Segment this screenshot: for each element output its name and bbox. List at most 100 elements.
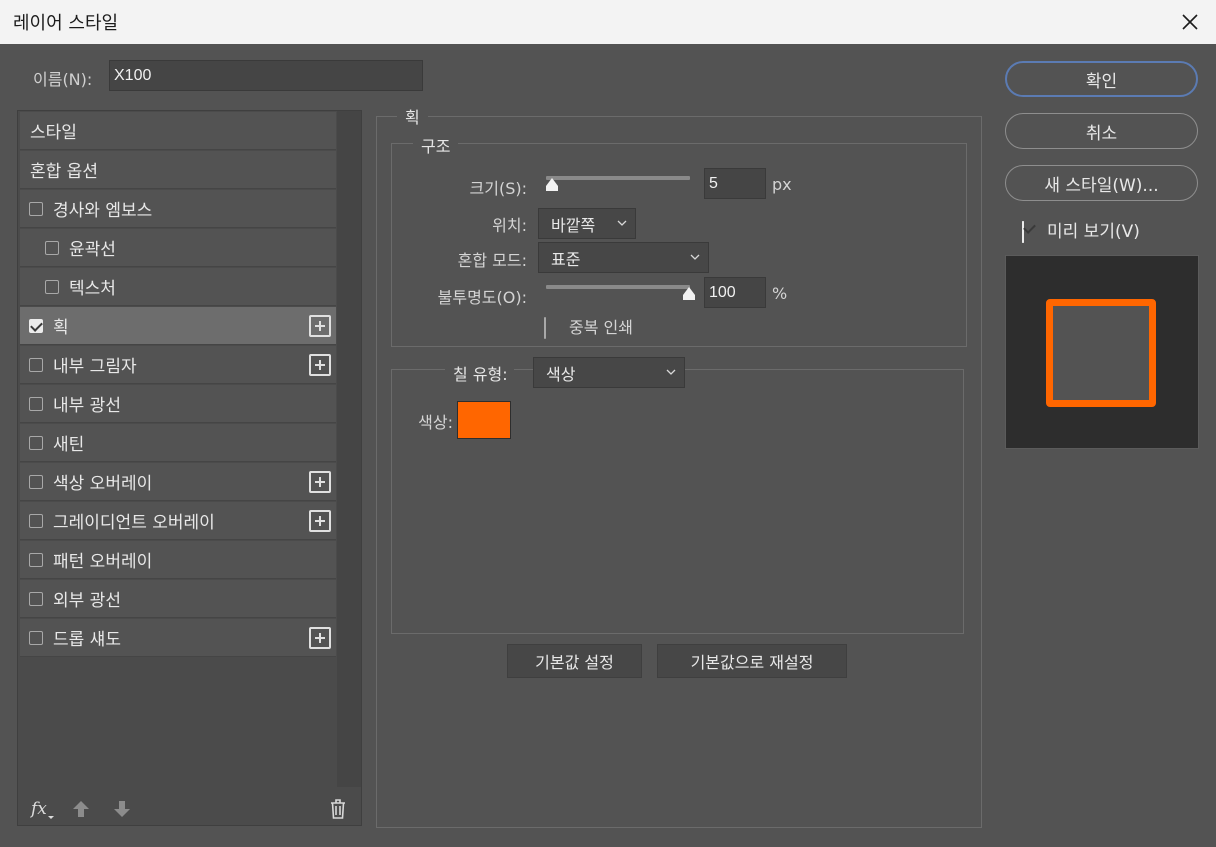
overprint-label: 중복 인쇄 [569,318,633,337]
position-label: 위치: [492,216,527,235]
style-item-label: 드롭 섀도 [53,630,121,650]
style-item-inner-shadow[interactable]: 내부 그림자 [20,346,336,384]
ok-label: 확인 [1085,71,1118,92]
preview-thumbnail [1046,299,1156,407]
name-input[interactable] [109,60,423,91]
satin-checkbox[interactable] [29,435,43,450]
style-preview [1005,255,1199,449]
inner-glow-checkbox[interactable] [29,396,43,411]
dialog-body: 이름(N): 스타일 혼합 옵션 경사와 엠보스 윤곽선 텍스처 획 [0,44,1216,847]
name-label: 이름(N): [33,70,93,89]
opacity-slider[interactable] [546,285,690,289]
opacity-unit: % [772,284,788,303]
fill-type-label: 칠 유형: [445,361,514,385]
style-item-label: 혼합 옵션 [30,162,98,182]
add-drop-shadow-button[interactable] [309,627,331,649]
close-button[interactable] [1164,0,1216,44]
style-item-label: 내부 그림자 [53,357,137,377]
close-icon [1182,14,1198,30]
style-item-label: 윤곽선 [69,240,116,260]
style-item-outer-glow[interactable]: 외부 광선 [20,580,336,618]
color-overlay-checkbox[interactable] [29,474,43,489]
reset-default-label: 기본값으로 재설정 [690,653,814,672]
style-item-texture[interactable]: 텍스처 [20,268,336,306]
new-style-button[interactable]: 새 스타일(W)... [1005,165,1198,201]
style-item-inner-glow[interactable]: 내부 광선 [20,385,336,423]
opacity-input[interactable] [704,277,766,308]
style-item-label: 외부 광선 [53,591,121,611]
texture-checkbox[interactable] [45,279,59,294]
window-title: 레이어 스타일 [13,13,119,34]
arrow-up-icon[interactable] [71,799,91,819]
chevron-down-icon [666,369,676,375]
drop-shadow-checkbox[interactable] [29,630,43,645]
style-item-label: 그레이디언트 오버레이 [53,513,215,533]
inner-shadow-checkbox[interactable] [29,357,43,372]
bevel-emboss-checkbox[interactable] [29,201,43,216]
style-item-gradient-overlay[interactable]: 그레이디언트 오버레이 [20,502,336,540]
style-item-label: 경사와 엠보스 [53,201,153,221]
title-bar: 레이어 스타일 [0,0,1216,44]
arrow-down-icon[interactable] [112,799,132,819]
make-default-button[interactable]: 기본값 설정 [507,644,642,678]
style-item-label: 스타일 [30,123,77,143]
size-slider[interactable] [546,176,690,180]
style-item-blending-options[interactable]: 혼합 옵션 [20,151,336,189]
add-inner-shadow-button[interactable] [309,354,331,376]
contour-checkbox[interactable] [45,240,59,255]
color-swatch[interactable] [457,401,511,439]
position-dropdown[interactable]: 바깥쪽 [538,208,636,239]
style-item-label: 색상 오버레이 [53,474,153,494]
style-item-label: 내부 광선 [53,396,121,416]
blend-mode-dropdown[interactable]: 표준 [538,242,709,273]
make-default-label: 기본값 설정 [535,653,614,672]
style-item-satin[interactable]: 새틴 [20,424,336,462]
style-item-bevel-emboss[interactable]: 경사와 엠보스 [20,190,336,228]
fill-type-value: 색상 [546,364,576,384]
overprint-checkbox[interactable] [544,317,546,339]
style-item-pattern-overlay[interactable]: 패턴 오버레이 [20,541,336,579]
blend-mode-label: 혼합 모드: [457,251,527,270]
cancel-label: 취소 [1085,123,1118,144]
add-gradient-overlay-button[interactable] [309,510,331,532]
color-label: 색상: [418,413,453,432]
fx-icon[interactable]: fx [30,798,56,820]
outer-glow-checkbox[interactable] [29,591,43,606]
opacity-slider-thumb[interactable] [680,286,698,302]
trash-icon[interactable] [328,798,348,820]
style-item-label: 텍스처 [69,279,116,299]
chevron-down-icon [690,254,700,260]
reset-default-button[interactable]: 기본값으로 재설정 [657,644,847,678]
position-value: 바깥쪽 [551,215,596,235]
pattern-overlay-checkbox[interactable] [29,552,43,567]
styles-list-footer: fx [18,789,361,825]
stroke-checkbox[interactable] [29,318,43,333]
new-style-label: 새 스타일(W)... [1044,175,1159,196]
size-label: 크기(S): [469,179,527,198]
size-slider-thumb[interactable] [543,177,561,193]
gradient-overlay-checkbox[interactable] [29,513,43,528]
preview-checkbox[interactable] [1022,221,1024,243]
add-color-overlay-button[interactable] [309,471,331,493]
blend-mode-value: 표준 [551,249,581,269]
style-item-color-overlay[interactable]: 색상 오버레이 [20,463,336,501]
styles-list-scrollbar[interactable] [337,111,361,787]
style-item-contour[interactable]: 윤곽선 [20,229,336,267]
style-item-styles[interactable]: 스타일 [20,112,336,150]
cancel-button[interactable]: 취소 [1005,113,1198,149]
size-input[interactable] [704,168,766,199]
svg-text:fx: fx [30,799,47,819]
style-item-drop-shadow[interactable]: 드롭 섀도 [20,619,336,657]
style-item-label: 패턴 오버레이 [53,552,153,572]
style-item-label: 획 [53,318,69,338]
add-stroke-button[interactable] [309,315,331,337]
stroke-group-title: 획 [397,104,428,128]
structure-group-title: 구조 [413,133,459,157]
style-item-stroke[interactable]: 획 [20,307,336,345]
style-item-label: 새틴 [53,435,85,455]
preview-label: 미리 보기(V) [1047,222,1140,242]
styles-list: 스타일 혼합 옵션 경사와 엠보스 윤곽선 텍스처 획 내부 그림자 내부 광선… [17,110,362,826]
ok-button[interactable]: 확인 [1005,61,1198,97]
fill-type-dropdown[interactable]: 색상 [533,357,685,388]
opacity-label: 불투명도(O): [437,288,527,307]
